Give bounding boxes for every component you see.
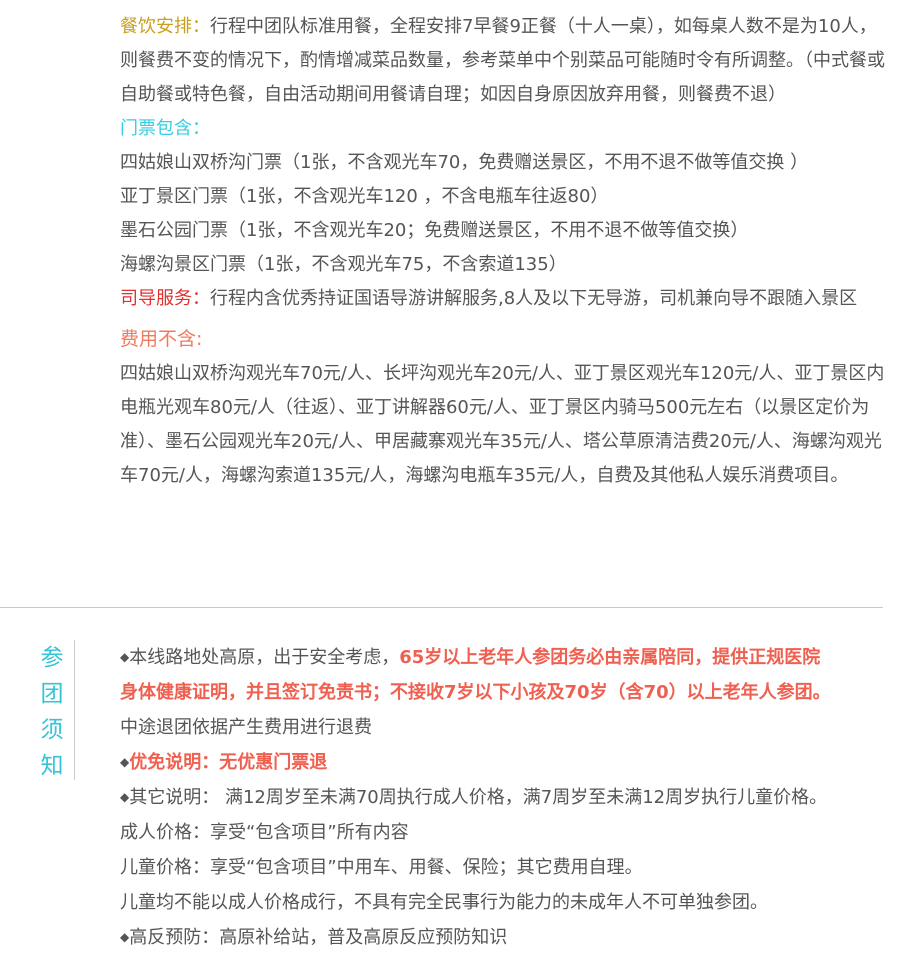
guide-label: 司导服务：	[120, 288, 210, 309]
ticket-item: 四姑娘山双桥沟门票（1张，不含观光车70，免费赠送景区，不用不退不做等值交换 ）	[120, 152, 809, 173]
notice-line-health: 身体健康证明，并且签订免责书；不接收7岁以下小孩及70岁（含70）以上老年人参团…	[120, 675, 890, 710]
guide-text: 行程内含优秀持证国语导游讲解服务,8人及以下无导游，司机兼向导不跟随入景区	[210, 288, 858, 309]
guide-paragraph: 司导服务：行程内含优秀持证国语导游讲解服务,8人及以下无导游，司机兼向导不跟随入…	[120, 282, 888, 316]
ticket-item: 海螺沟景区门票（1张，不含观光车75，不含索道135）	[120, 254, 567, 275]
notice-line-refund: 中途退团依据产生费用进行退费	[120, 717, 372, 738]
ticket-item: 亚丁景区门票（1张，不含观光车120 ，不含电瓶车往返80）	[120, 186, 609, 207]
notice-line-minor: 儿童均不能以成人价格成行，不具有完全民事行为能力的未成年人不可单独参团。	[120, 892, 768, 913]
tickets-label: 门票包含：	[120, 118, 210, 139]
notice-age-prefix: 本线路地处高原，出于安全考虑，	[129, 647, 400, 668]
ticket-item: 墨石公园门票（1张，不含观光车20；免费赠送景区，不用不退不做等值交换）	[120, 220, 749, 241]
notice-title-char: 团	[40, 681, 64, 707]
notice-line-altitude: ◆高反预防：高原补给站，普及高原反应预防知识	[120, 920, 890, 955]
notice-line-age: ◆本线路地处高原，出于安全考虑，65岁以上老年人参团务必由亲属陪同，提供正规医院	[120, 640, 890, 675]
dining-text: 行程中团队标准用餐，全程安排7早餐9正餐（十人一桌），如每桌人数不是为10人，则…	[120, 16, 885, 105]
inclusions-section: 餐饮安排：行程中团队标准用餐，全程安排7早餐9正餐（十人一桌），如每桌人数不是为…	[120, 10, 888, 493]
notice-age-highlight: 65岁以上老年人参团务必由亲属陪同，提供正规医院	[399, 647, 821, 668]
notice-title-char: 须	[40, 717, 64, 743]
notice-line-discount: ◆优免说明：无优惠门票退	[120, 745, 890, 780]
diamond-bullet-icon: ◆	[120, 930, 130, 944]
notice-line-child-price: 儿童价格：享受“包含项目”中用车、用餐、保险；其它费用自理。	[120, 857, 643, 878]
notice-title-char: 参	[40, 645, 64, 671]
notice-section: ◆本线路地处高原，出于安全考虑，65岁以上老年人参团务必由亲属陪同，提供正规医院…	[120, 640, 890, 955]
notice-line-adult-price: 成人价格：享受“包含项目”所有内容	[120, 822, 409, 843]
notice-side-title: 参 团 须 知	[30, 640, 75, 780]
exclusions-heading: 费用不含:	[120, 322, 888, 357]
notice-discount-highlight: 优免说明：无优惠门票退	[129, 752, 328, 773]
section-divider	[0, 607, 883, 608]
notice-line-other: ◆其它说明： 满12周岁至未满70周执行成人价格，满7周岁至未满12周岁执行儿童…	[120, 780, 890, 815]
dining-label: 餐饮安排：	[120, 16, 210, 37]
tickets-heading: 门票包含：	[120, 112, 888, 146]
diamond-bullet-icon: ◆	[120, 650, 130, 664]
diamond-bullet-icon: ◆	[120, 790, 130, 804]
exclusions-text: 四姑娘山双桥沟观光车70元/人、长坪沟观光车20元/人、亚丁景区观光车120元/…	[120, 363, 885, 486]
notice-other-text: 其它说明： 满12周岁至未满70周执行成人价格，满7周岁至未满12周岁执行儿童价…	[129, 787, 828, 808]
notice-health-highlight: 身体健康证明，并且签订免责书；不接收7岁以下小孩及70岁（含70）以上老年人参团…	[120, 682, 831, 703]
diamond-bullet-icon: ◆	[120, 755, 130, 769]
dining-paragraph: 餐饮安排：行程中团队标准用餐，全程安排7早餐9正餐（十人一桌），如每桌人数不是为…	[120, 10, 888, 112]
notice-title-char: 知	[40, 753, 64, 779]
exclusions-label: 费用不含:	[120, 328, 203, 350]
